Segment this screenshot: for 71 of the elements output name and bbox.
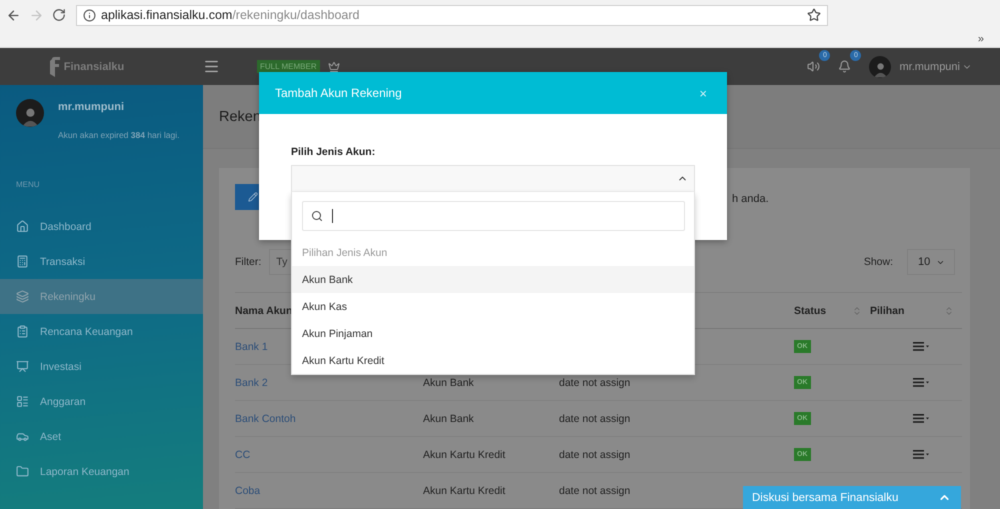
bookmarks-overflow-button[interactable]: » [978, 32, 984, 44]
sidebar-item[interactable]: Rekeningku [0, 279, 203, 314]
sidebar-item[interactable]: Transaksi [0, 244, 203, 279]
sidebar-item[interactable]: Laporan Keuangan [0, 454, 203, 489]
table-cell-text: Akun Bank [423, 412, 475, 424]
menu-heading: MENU [15, 179, 41, 191]
table-cell-text: date not assign [559, 376, 632, 388]
url-host: aplikasi.finansialku.com [101, 8, 232, 22]
user-menu[interactable]: mr.mumpuni [899, 60, 972, 72]
search-icon [311, 210, 323, 222]
table-cell-text: date not assign [559, 484, 632, 496]
page-size-select[interactable]: 10 [907, 249, 955, 275]
sidebar-item[interactable]: Anggaran [0, 384, 203, 419]
account-link[interactable]: Bank 2 [235, 376, 423, 388]
clipboard-icon [16, 325, 29, 338]
row-menu-icon[interactable] [913, 450, 930, 459]
dropdown-option[interactable]: Akun Kas [292, 293, 694, 320]
dropdown-option[interactable]: Akun Kartu Kredit [292, 347, 694, 374]
reload-button[interactable] [52, 8, 66, 22]
info-icon [83, 8, 96, 22]
show-label: Show: [864, 256, 893, 268]
row-menu-icon[interactable] [913, 378, 930, 387]
column-header[interactable]: Status [794, 304, 826, 316]
column-header[interactable]: Pilihan [870, 304, 904, 316]
crown-icon [328, 60, 340, 72]
table-cell-text: Akun Kartu Kredit [423, 484, 506, 496]
dropdown-option[interactable]: Akun Pinjaman [292, 320, 694, 347]
address-bar[interactable]: aplikasi.finansialku.com/rekeningku/dashboard [76, 4, 828, 26]
account-link[interactable]: CC [235, 448, 423, 460]
table-cell-text: Akun Kartu Kredit [423, 448, 506, 460]
pencil-icon [248, 192, 258, 202]
intro-text: h anda. [732, 193, 769, 205]
table-cell-text: Akun Bank [423, 376, 475, 388]
back-button[interactable] [6, 8, 21, 22]
presentation-icon [16, 360, 29, 373]
account-link[interactable]: Bank Contoh [235, 412, 423, 424]
sidebar-item[interactable]: Aset [0, 419, 203, 454]
user-avatar[interactable] [869, 56, 892, 78]
bookmark-star-icon[interactable] [807, 8, 821, 22]
option-group-label: Pilihan Jenis Akun [301, 246, 388, 261]
filter-label: Filter: [235, 256, 262, 268]
dropdown-option[interactable]: Akun Bank [292, 266, 694, 293]
bell-icon[interactable] [838, 60, 852, 73]
close-button[interactable]: × [695, 86, 711, 100]
chat-bar[interactable]: Diskusi bersama Finansialku [743, 486, 961, 509]
home-icon [16, 220, 29, 233]
speaker-icon[interactable] [807, 60, 820, 73]
search-field[interactable] [302, 201, 685, 231]
menu-icon[interactable] [203, 58, 220, 75]
folder-icon [16, 465, 29, 478]
sidebar-item[interactable]: Investasi [0, 349, 203, 384]
modal-title: Tambah Akun Rekening [275, 86, 402, 100]
avatar-figure-icon [874, 62, 888, 78]
table-cell-text: date not assign [559, 412, 632, 424]
url-path: /rekeningku/dashboard [232, 8, 360, 22]
layers-icon [16, 290, 29, 303]
membership-badge: FULL MEMBER [257, 60, 320, 73]
sidebar-item[interactable]: Rencana Keuangan [0, 314, 203, 349]
calculator-icon [16, 255, 29, 268]
expiry-text: Akun akan expired 384 hari lagi. [58, 130, 180, 140]
account-link[interactable]: Coba [235, 484, 423, 496]
row-menu-icon[interactable] [913, 342, 930, 351]
avatar-figure-icon [22, 107, 38, 127]
profile-name: mr.mumpuni [58, 101, 126, 113]
row-menu-icon[interactable] [913, 414, 930, 423]
logo-text: Finansialku [64, 60, 124, 72]
table-cell-text: date not assign [559, 448, 632, 460]
field-label: Pilih Jenis Akun: [291, 146, 376, 158]
sidebar-item[interactable]: Dashboard [0, 209, 203, 244]
list-icon [16, 395, 29, 408]
logo-icon [48, 56, 61, 76]
